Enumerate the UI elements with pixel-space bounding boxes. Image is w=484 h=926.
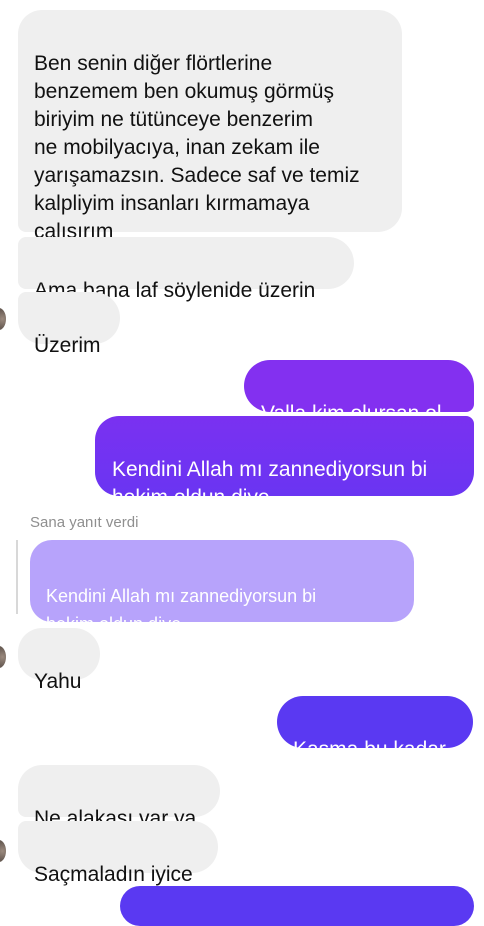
message-text: Kendini Allah mı zannediyorsun bi hekim … [112,458,428,509]
message-bubble-sent[interactable] [120,886,474,926]
quoted-message-text: Kendini Allah mı zannediyorsun bi hekim … [46,586,317,634]
message-bubble-received[interactable]: Saçmaladın iyice [18,821,218,886]
message-text: Yahu [34,670,82,693]
reply-indicator-bar [16,540,18,614]
message-bubble-received[interactable]: Üzerim [18,292,120,357]
quoted-message[interactable]: Kendini Allah mı zannediyorsun bi hekim … [30,540,414,634]
message-bubble-sent[interactable]: Kendini Allah mı zannediyorsun bi hekim … [95,416,474,509]
message-bubble-received[interactable]: Ben senin diğer flörtlerine benzemem ben… [18,10,402,243]
contact-avatar[interactable] [0,646,6,668]
contact-avatar[interactable] [0,840,6,862]
message-bubble-sent[interactable]: Kasma bu kadar [277,696,473,761]
message-text: Kasma bu kadar [293,738,446,761]
message-text: Saçmaladın iyice [34,863,193,886]
message-text: Ben senin diğer flörtlerine benzemem ben… [34,52,360,243]
contact-avatar[interactable] [0,308,6,330]
message-bubble-received[interactable]: Yahu [18,628,100,693]
message-text: Üzerim [34,334,101,357]
message-bubble-received[interactable]: Ne alakası var ya [18,765,220,830]
reply-label: Sana yanıt verdi [30,514,139,531]
message-bubble-sent[interactable]: Valla kim olursan ol [244,360,474,425]
message-bubble-received[interactable]: Ama bana laf söylenide üzerin [18,237,354,302]
